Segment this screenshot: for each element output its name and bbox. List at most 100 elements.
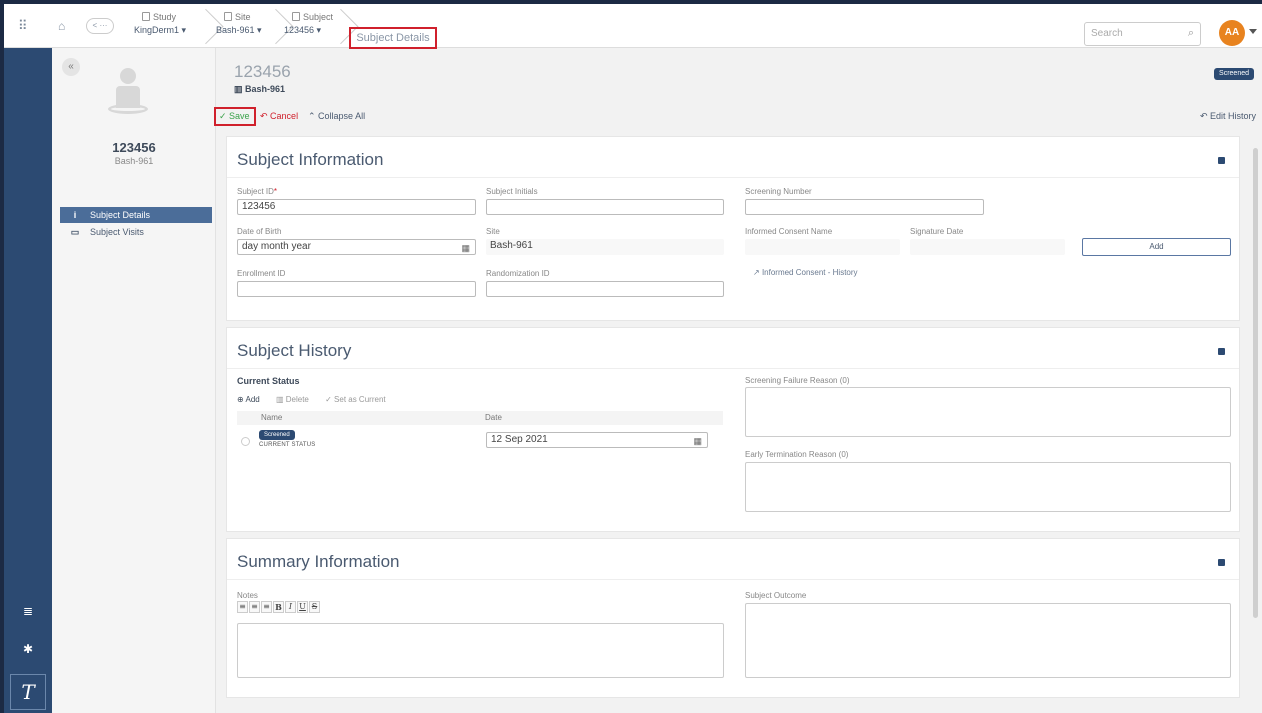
check-circle-icon: ✓ bbox=[219, 111, 230, 121]
subject-outcome-textarea[interactable] bbox=[745, 603, 1231, 678]
consent-name-field[interactable] bbox=[745, 239, 900, 255]
status-badge: Screened bbox=[1214, 68, 1254, 80]
undo-icon: ↶ bbox=[260, 111, 271, 121]
subject-id-label: Subject ID* bbox=[237, 187, 277, 196]
vertical-scrollbar[interactable] bbox=[1253, 148, 1258, 618]
edit-history-button[interactable]: ↶ Edit History bbox=[1200, 111, 1256, 122]
profile-site: Bash-961 bbox=[114, 156, 154, 166]
breadcrumb-divider bbox=[199, 8, 209, 48]
column-header-date: Date bbox=[477, 411, 723, 425]
align-right-icon[interactable]: ≡ bbox=[261, 601, 272, 613]
add-status-label: Add bbox=[245, 395, 260, 404]
sidebar-item-subject-visits[interactable]: ▭ Subject Visits bbox=[60, 224, 212, 240]
back-button[interactable]: < ··· bbox=[86, 18, 114, 34]
collapse-all-button[interactable]: ⌃ Collapse All bbox=[308, 111, 365, 122]
align-left-icon[interactable]: ≡ bbox=[237, 601, 248, 613]
page-subtitle-site: ▥ Bash-961 bbox=[234, 84, 285, 95]
card-title: Summary Information bbox=[237, 552, 400, 571]
bold-icon[interactable]: B bbox=[273, 601, 284, 613]
consent-history-link[interactable]: ↗ Informed Consent - History bbox=[753, 268, 858, 277]
screening-failure-textarea[interactable] bbox=[745, 387, 1231, 437]
briefcase-icon: ▭ bbox=[70, 227, 80, 237]
subject-id-field[interactable]: 123456 bbox=[237, 199, 476, 215]
calendar-icon[interactable]: ▦ bbox=[693, 435, 702, 447]
minimize-icon[interactable] bbox=[1218, 348, 1225, 355]
status-badge: Screened bbox=[259, 430, 295, 440]
subject-avatar-icon bbox=[108, 68, 148, 130]
avatar[interactable]: AA bbox=[1219, 20, 1245, 46]
consent-name-label: Informed Consent Name bbox=[745, 227, 833, 236]
subject-side-panel: « 123456 Bash-961 i Subject Details ▭ Subj… bbox=[52, 48, 216, 713]
screening-number-field[interactable] bbox=[745, 199, 984, 215]
calendar-icon[interactable]: ▦ bbox=[461, 242, 470, 254]
flask-icon bbox=[142, 12, 150, 21]
consent-history-label: Informed Consent - History bbox=[761, 268, 858, 277]
status-row-radio[interactable] bbox=[241, 437, 250, 446]
breadcrumb-subject-value: 123456 bbox=[284, 25, 315, 35]
dob-value: day month year bbox=[242, 241, 311, 252]
apps-grid-icon[interactable]: ⠿ bbox=[18, 19, 32, 33]
early-termination-label: Early Termination Reason (0) bbox=[745, 450, 849, 459]
building-icon: ▥ bbox=[234, 84, 246, 94]
enrollment-id-label: Enrollment ID bbox=[237, 269, 286, 278]
history-icon: ↶ bbox=[1199, 111, 1210, 121]
summary-information-card: Summary Information Notes ≡ ≡ ≡ B I U S … bbox=[226, 538, 1240, 698]
signature-date-label: Signature Date bbox=[910, 227, 964, 236]
breadcrumb-study[interactable]: Study KingDerm1 ▾ bbox=[134, 12, 186, 36]
chevron-down-icon[interactable] bbox=[1249, 29, 1257, 34]
randomization-id-field[interactable] bbox=[486, 281, 724, 297]
strikethrough-icon[interactable]: S bbox=[309, 601, 320, 613]
status-toolbar: ⊕ Add ▥ Delete ✓ Set as Current bbox=[237, 395, 400, 404]
sidebar-item-subject-details[interactable]: i Subject Details bbox=[60, 207, 212, 223]
current-status-heading: Current Status bbox=[237, 376, 300, 386]
collapse-panel-button[interactable]: « bbox=[62, 58, 80, 76]
person-icon bbox=[292, 12, 300, 21]
search-input[interactable]: Search ⌕ bbox=[1084, 22, 1201, 46]
required-icon: * bbox=[273, 187, 278, 196]
italic-icon[interactable]: I bbox=[285, 601, 296, 613]
check-icon: ✓ bbox=[325, 395, 335, 404]
collapse-all-label: Collapse All bbox=[318, 111, 366, 121]
main-content: 123456 ▥ Bash-961 Screened ✓ Save ↶ Canc… bbox=[214, 48, 1262, 713]
site-name: Bash-961 bbox=[245, 84, 286, 94]
signature-date-field[interactable] bbox=[910, 239, 1065, 255]
page-title: 123456 bbox=[234, 62, 291, 81]
gear-icon[interactable]: ✱ bbox=[18, 642, 38, 656]
left-rail: ≣ ✱ T bbox=[4, 48, 52, 713]
add-consent-button[interactable]: Add bbox=[1082, 238, 1231, 256]
add-status-button[interactable]: ⊕ Add bbox=[237, 395, 260, 404]
breadcrumb-site[interactable]: Site Bash-961 ▾ bbox=[216, 12, 262, 36]
notes-textarea[interactable] bbox=[237, 623, 724, 678]
minimize-icon[interactable] bbox=[1218, 559, 1225, 566]
edit-history-label: Edit History bbox=[1209, 111, 1256, 121]
underline-icon[interactable]: U bbox=[297, 601, 308, 613]
enrollment-id-field[interactable] bbox=[237, 281, 476, 297]
status-date-field[interactable]: 12 Sep 2021 ▦ bbox=[486, 432, 708, 448]
profile-subject-id: 123456 bbox=[112, 140, 156, 155]
cancel-button[interactable]: ↶ Cancel bbox=[260, 111, 298, 122]
dob-field[interactable]: day month year ▦ bbox=[237, 239, 476, 255]
align-center-icon[interactable]: ≡ bbox=[249, 601, 260, 613]
card-title: Subject History bbox=[237, 341, 352, 360]
app-logo[interactable]: T bbox=[10, 674, 46, 710]
sidebar-item-label: Subject Visits bbox=[90, 227, 144, 237]
minimize-icon[interactable] bbox=[1218, 157, 1225, 164]
subject-id-label-text: Subject ID bbox=[237, 187, 274, 196]
save-button[interactable]: ✓ Save bbox=[214, 107, 256, 126]
early-termination-textarea[interactable] bbox=[745, 462, 1231, 512]
delete-status-button[interactable]: ▥ Delete bbox=[276, 395, 309, 404]
trash-icon: ▥ bbox=[275, 395, 286, 404]
site-field: Bash-961 bbox=[486, 239, 724, 255]
home-icon[interactable]: ⌂ bbox=[58, 19, 65, 33]
subject-initials-field[interactable] bbox=[486, 199, 724, 215]
list-icon[interactable]: ≣ bbox=[18, 604, 38, 618]
search-icon[interactable]: ⌕ bbox=[1188, 27, 1194, 40]
site-label: Site bbox=[486, 227, 500, 236]
search-placeholder: Search bbox=[1091, 28, 1123, 39]
breadcrumb-divider bbox=[334, 8, 344, 48]
info-icon: i bbox=[73, 210, 77, 220]
set-current-button[interactable]: ✓ Set as Current bbox=[325, 395, 386, 404]
current-status-caption: CURRENT STATUS bbox=[259, 442, 316, 448]
column-header-name: Name bbox=[237, 411, 477, 425]
notes-label: Notes bbox=[237, 591, 258, 600]
